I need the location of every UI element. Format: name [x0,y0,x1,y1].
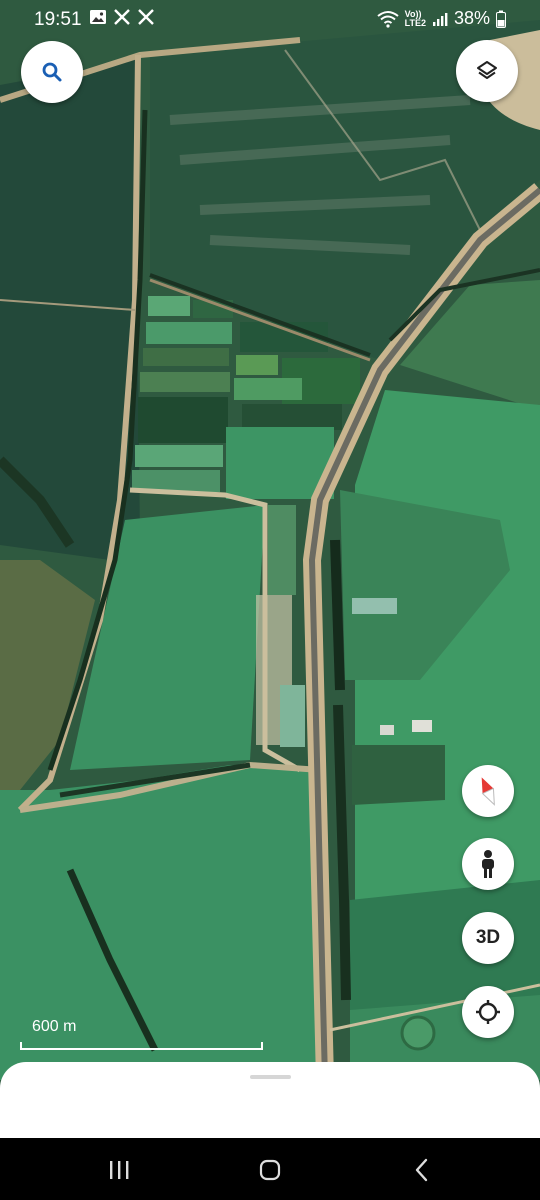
scale-bar [20,1042,263,1050]
crosshair-icon [476,1000,500,1024]
search-icon [42,62,62,82]
scale-label: 600 m [32,1018,77,1035]
bottom-sheet[interactable] [0,1062,540,1142]
gallery-icon [90,10,106,24]
wifi-icon [377,10,399,28]
recent-apps-button[interactable] [99,1150,139,1190]
status-time: 19:51 [34,9,82,30]
home-button[interactable] [250,1150,290,1190]
layers-button[interactable] [456,40,518,102]
sheet-drag-handle[interactable] [250,1075,291,1079]
three-d-label: 3D [475,927,501,948]
my-location-button[interactable] [462,986,514,1038]
battery-icon [496,10,506,28]
signal-icon [432,12,448,26]
back-icon [415,1158,428,1182]
home-icon [259,1159,281,1181]
street-view-button[interactable] [462,838,514,890]
layers-icon [477,61,497,79]
status-bar: 19:51 Vo)) LTE2 38% [0,0,540,40]
search-button[interactable] [21,41,83,103]
back-button[interactable] [402,1150,442,1190]
three-d-button[interactable]: 3D [462,912,514,964]
x-logo-icon [114,9,130,25]
network-label-bottom: LTE2 [404,17,426,28]
battery-percent: 38% [453,8,490,28]
system-nav-bar [0,1138,540,1200]
compass-button[interactable] [462,765,514,817]
satellite-map[interactable] [0,0,540,1080]
compass-icon [481,777,495,806]
satellite-imagery [0,0,540,1080]
recent-apps-icon [110,1161,129,1179]
status-right: Vo)) LTE2 38% [377,8,506,29]
notification-icons [89,8,155,26]
person-icon [482,850,494,878]
network-type: Vo)) LTE2 [404,9,426,28]
x-logo-icon [138,9,154,25]
